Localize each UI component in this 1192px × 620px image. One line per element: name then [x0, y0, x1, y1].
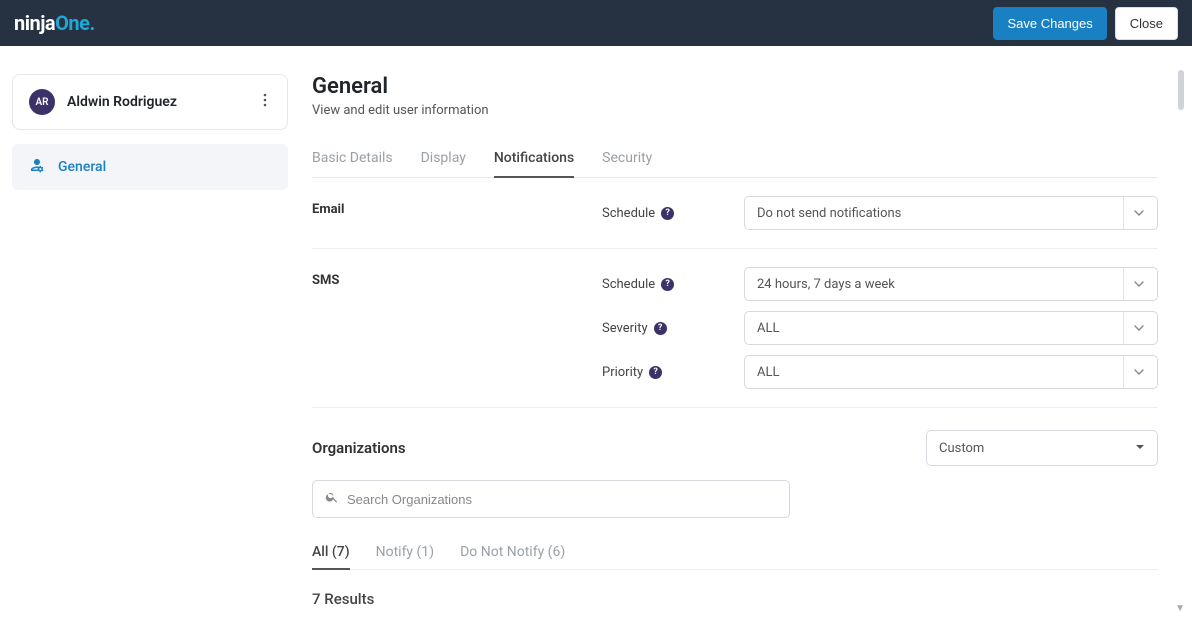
user-name: Aldwin Rodriguez: [67, 94, 177, 110]
sms-severity-label: Severity ?: [602, 321, 728, 336]
sms-label: SMS: [312, 267, 602, 288]
save-changes-button[interactable]: Save Changes: [993, 7, 1106, 40]
organizations-scope-select[interactable]: Custom: [926, 430, 1158, 466]
brand-dot: .: [89, 11, 94, 35]
tab-security[interactable]: Security: [602, 140, 652, 178]
organizations-scope-value: Custom: [939, 441, 984, 456]
user-card: AR Aldwin Rodriguez: [12, 74, 288, 130]
email-schedule-value: Do not send notifications: [757, 206, 901, 221]
organizations-header: Organizations Custom: [312, 430, 1158, 466]
search-icon: [325, 490, 339, 508]
email-label: Email: [312, 196, 602, 217]
main-content: General View and edit user information B…: [312, 74, 1180, 620]
sms-severity-value: ALL: [757, 321, 779, 336]
sms-schedule-select[interactable]: 24 hours, 7 days a week: [744, 267, 1158, 301]
scroll-down-icon: ▼: [1175, 603, 1185, 614]
email-section: Email Schedule ? Do not send notificatio…: [312, 178, 1158, 249]
user-settings-icon: [28, 156, 46, 178]
caret-down-icon: [1135, 441, 1145, 456]
sms-schedule-label: Schedule ?: [602, 277, 728, 292]
email-schedule-label: Schedule ?: [602, 206, 728, 221]
sms-priority-label: Priority ?: [602, 365, 728, 380]
filter-tab-do-not-notify[interactable]: Do Not Notify (6): [460, 536, 565, 570]
organizations-title: Organizations: [312, 439, 406, 457]
brand-logo: ninjaOne.: [14, 11, 95, 35]
sms-section: SMS Schedule ? 24 hours, 7 days a week S…: [312, 249, 1158, 408]
close-button[interactable]: Close: [1115, 7, 1178, 40]
organizations-search-input[interactable]: [347, 492, 777, 507]
brand-prefix: ninja: [14, 11, 55, 35]
sms-priority-value: ALL: [757, 365, 779, 380]
chevron-down-icon: [1123, 197, 1153, 229]
help-icon[interactable]: ?: [649, 366, 662, 379]
sms-schedule-value: 24 hours, 7 days a week: [757, 277, 895, 292]
chevron-down-icon: [1123, 268, 1153, 300]
filter-tab-all[interactable]: All (7): [312, 536, 350, 570]
chevron-down-icon: [1123, 356, 1153, 388]
help-icon[interactable]: ?: [661, 278, 674, 291]
organizations-filter-tabs: All (7) Notify (1) Do Not Notify (6): [312, 536, 1158, 570]
topbar-actions: Save Changes Close: [993, 7, 1178, 40]
help-icon[interactable]: ?: [661, 207, 674, 220]
results-count: 7 Results: [312, 590, 1158, 608]
tab-display[interactable]: Display: [421, 140, 466, 178]
tab-notifications[interactable]: Notifications: [494, 140, 574, 178]
sidebar: AR Aldwin Rodriguez General: [12, 74, 288, 620]
content-tabs: Basic Details Display Notifications Secu…: [312, 140, 1158, 178]
organizations-search[interactable]: [312, 480, 790, 518]
scrollbar-thumb[interactable]: [1178, 70, 1184, 110]
sms-severity-select[interactable]: ALL: [744, 311, 1158, 345]
help-icon[interactable]: ?: [654, 322, 667, 335]
more-icon[interactable]: [259, 89, 271, 115]
tab-basic-details[interactable]: Basic Details: [312, 140, 393, 178]
filter-tab-notify[interactable]: Notify (1): [376, 536, 434, 570]
brand-suffix: One: [55, 11, 89, 35]
page-title: General: [312, 74, 1158, 99]
sidebar-item-general[interactable]: General: [12, 144, 288, 190]
email-schedule-select[interactable]: Do not send notifications: [744, 196, 1158, 230]
sms-priority-select[interactable]: ALL: [744, 355, 1158, 389]
chevron-down-icon: [1123, 312, 1153, 344]
sidebar-item-label: General: [58, 159, 106, 175]
page-subtitle: View and edit user information: [312, 103, 1158, 118]
avatar: AR: [29, 89, 55, 115]
topbar: ninjaOne. Save Changes Close: [0, 0, 1192, 46]
